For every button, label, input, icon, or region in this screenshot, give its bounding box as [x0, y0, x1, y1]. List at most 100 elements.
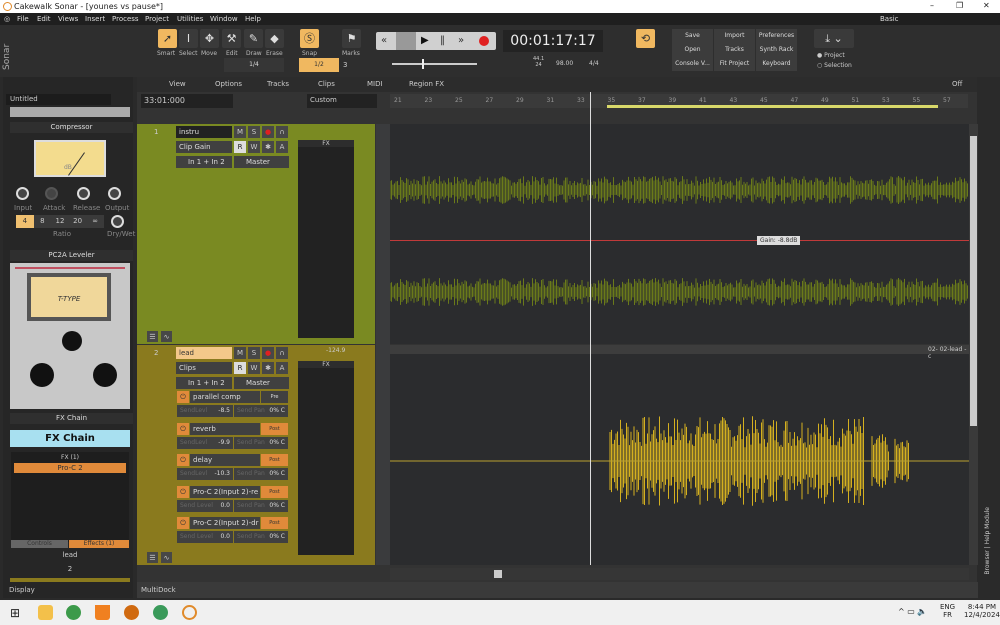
export-project-radio[interactable]: ● Project	[817, 52, 845, 59]
time-display[interactable]: 00:01:17:17	[503, 30, 603, 52]
restore-button[interactable]: ❐	[956, 1, 963, 10]
output-knob[interactable]	[108, 187, 121, 200]
now-time-field[interactable]: 33:01:000	[141, 94, 233, 108]
select-tool[interactable]: I	[179, 29, 198, 48]
fast-forward-button[interactable]: »	[458, 35, 464, 46]
loop-button[interactable]: ⟲	[636, 29, 655, 48]
display-dropdown[interactable]: Display	[9, 586, 35, 594]
clock[interactable]: 8:44 PM 12/4/2024	[964, 603, 1000, 619]
snap-off[interactable]: Off	[952, 80, 962, 88]
windows-start-icon[interactable]: ⊞	[10, 606, 20, 620]
track-mode-select[interactable]: Clip Gain	[176, 141, 232, 153]
archive-button[interactable]: A	[276, 141, 288, 153]
track-mode-select[interactable]: Clips	[176, 362, 232, 374]
send-destination-select[interactable]: parallel comp	[190, 391, 260, 403]
send-pre-post-toggle[interactable]: Post	[261, 422, 288, 435]
solo-button[interactable]: S	[248, 347, 260, 359]
ratio-8[interactable]: 8	[34, 215, 52, 228]
stop-button[interactable]	[396, 32, 416, 50]
menu-midi[interactable]: MIDI	[367, 80, 383, 88]
menu-tracks[interactable]: Tracks	[267, 80, 289, 88]
record-arm-button[interactable]: ●	[262, 126, 274, 138]
menu-views[interactable]: Views	[58, 15, 78, 23]
send-pre-post-toggle[interactable]: Pre	[261, 391, 288, 403]
preset-select[interactable]: Custom	[307, 94, 377, 108]
menu-utilities[interactable]: Utilities	[177, 15, 203, 23]
now-time-cursor[interactable]	[590, 92, 591, 565]
freeze-button[interactable]: ✱	[262, 141, 274, 153]
menu-insert[interactable]: Insert	[85, 15, 105, 23]
edit-tool[interactable]: ⚒	[222, 29, 241, 48]
position-slider[interactable]	[392, 59, 477, 69]
tray-icons[interactable]: ^ ▭ 🔈	[898, 607, 927, 616]
freeze-button[interactable]: ✱	[262, 362, 274, 374]
app-icon[interactable]	[153, 605, 168, 620]
send-pre-post-toggle[interactable]: Post	[261, 517, 288, 529]
input-echo-button[interactable]: ∩	[276, 347, 288, 359]
chrome-icon[interactable]	[66, 605, 81, 620]
track-list-icon[interactable]: ☰	[147, 552, 158, 563]
tracks-button[interactable]: Tracks	[714, 43, 755, 57]
fit-project-button[interactable]: Fit Project	[714, 57, 755, 71]
fx-bin[interactable]: FX	[298, 140, 354, 338]
cakewalk-icon[interactable]	[182, 605, 197, 620]
file-explorer-icon[interactable]	[38, 605, 53, 620]
automation-icon[interactable]: ∿	[161, 331, 172, 342]
rewind-button[interactable]: «	[381, 35, 387, 46]
preferences-button[interactable]: Preferences	[756, 29, 797, 43]
move-tool[interactable]: ✥	[200, 29, 219, 48]
send-pre-post-toggle[interactable]: Post	[261, 485, 288, 498]
compressor-header[interactable]: Compressor	[10, 122, 133, 133]
read-automation-button[interactable]: R	[234, 141, 246, 153]
write-automation-button[interactable]: W	[248, 141, 260, 153]
horizontal-scrollbar[interactable]	[390, 568, 969, 580]
send-level-control[interactable]: SendLevl -10.3	[177, 468, 233, 480]
tempo[interactable]: 98.00	[556, 60, 573, 67]
send-pan-control[interactable]: Send Pan 0% C	[234, 405, 288, 417]
write-automation-button[interactable]: W	[248, 362, 260, 374]
send-power-icon[interactable]: ⏻	[177, 422, 189, 435]
pc2a-gr-knob[interactable]	[62, 331, 82, 351]
input-select[interactable]: In 1 + In 2	[176, 156, 232, 168]
send-power-icon[interactable]: ⏻	[177, 517, 189, 529]
pc2a-header[interactable]: PC2A Leveler	[10, 250, 133, 261]
fl-studio-icon[interactable]	[124, 605, 139, 620]
menu-window[interactable]: Window	[210, 15, 238, 23]
vlc-icon[interactable]	[95, 605, 110, 620]
meter[interactable]: 4/4	[589, 60, 599, 67]
fxchain-header[interactable]: FX Chain	[10, 413, 133, 424]
ratio-inf[interactable]: ∞	[86, 215, 104, 228]
export-button[interactable]: ⤓ ⌄	[814, 29, 854, 48]
workspace-select[interactable]: Basic	[880, 15, 899, 23]
output-select[interactable]: Master	[234, 377, 289, 389]
snap-value[interactable]: 1/2	[299, 58, 339, 72]
send-pan-control[interactable]: Send Pan 0% C	[234, 499, 288, 512]
mute-button[interactable]: M	[234, 347, 246, 359]
menu-clips[interactable]: Clips	[318, 80, 335, 88]
export-selection-radio[interactable]: ○ Selection	[817, 62, 852, 69]
archive-button[interactable]: A	[276, 362, 288, 374]
record-button[interactable]	[479, 36, 489, 46]
keyboard-button[interactable]: Keyboard	[756, 57, 797, 71]
browser-help-tab[interactable]: Browser | Help Module	[984, 507, 991, 575]
track-name-field[interactable]: lead	[176, 347, 232, 359]
console-view-button[interactable]: Console V...	[672, 57, 713, 71]
mute-button[interactable]: M	[234, 126, 246, 138]
send-pan-control[interactable]: Send Pan 0% C	[234, 436, 288, 449]
vertical-zoom-scale[interactable]	[376, 124, 390, 565]
menu-edit[interactable]: Edit	[37, 15, 51, 23]
app-menu-icon[interactable]: ◎	[4, 15, 10, 23]
controls-tab[interactable]: Controls	[11, 540, 68, 548]
menu-region-fx[interactable]: Region FX	[409, 80, 444, 88]
send-level-control[interactable]: Send Level 0.0	[177, 499, 233, 512]
menu-help[interactable]: Help	[245, 15, 261, 23]
send-destination-select[interactable]: Pro-C 2(Input 2)-dr	[190, 517, 260, 529]
send-destination-select[interactable]: delay	[190, 454, 260, 466]
save-button[interactable]: Save	[672, 29, 713, 43]
send-power-icon[interactable]: ⏻	[177, 485, 189, 498]
minimize-button[interactable]: –	[930, 1, 934, 10]
fx-bin[interactable]: FX	[298, 361, 354, 555]
fx-item-pro-c2[interactable]: Pro-C 2	[14, 463, 126, 473]
track-2-lane[interactable]: 02- 02-lead -c	[390, 345, 969, 565]
synth-rack-button[interactable]: Synth Rack	[756, 43, 797, 57]
